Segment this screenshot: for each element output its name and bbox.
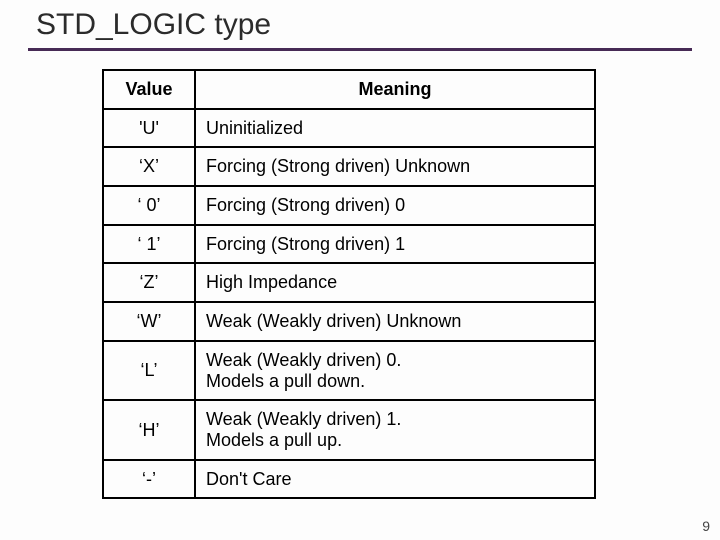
cell-meaning: Forcing (Strong driven) 1: [195, 225, 595, 264]
cell-value: ‘ 0’: [103, 186, 195, 225]
title-underline: [28, 48, 692, 51]
table-row: ‘-’ Don't Care: [103, 460, 595, 499]
table-row: ‘ 0’ Forcing (Strong driven) 0: [103, 186, 595, 225]
page-title: STD_LOGIC type: [36, 8, 720, 42]
cell-value: ‘W’: [103, 302, 195, 341]
cell-meaning: Weak (Weakly driven) 1.Models a pull up.: [195, 400, 595, 459]
table-row: ‘X’ Forcing (Strong driven) Unknown: [103, 147, 595, 186]
cell-meaning: Uninitialized: [195, 109, 595, 148]
table-row: ‘ 1’ Forcing (Strong driven) 1: [103, 225, 595, 264]
cell-value: ‘Z’: [103, 263, 195, 302]
cell-value: ‘ 1’: [103, 225, 195, 264]
table-row: ‘Z’ High Impedance: [103, 263, 595, 302]
header-value: Value: [103, 70, 195, 109]
header-meaning: Meaning: [195, 70, 595, 109]
cell-meaning: Don't Care: [195, 460, 595, 499]
std-logic-table-wrap: Value Meaning 'U' Uninitialized ‘X’ Forc…: [102, 69, 594, 499]
table-row: ‘H’ Weak (Weakly driven) 1.Models a pull…: [103, 400, 595, 459]
cell-value: ‘H’: [103, 400, 195, 459]
cell-value: ‘X’: [103, 147, 195, 186]
cell-meaning: High Impedance: [195, 263, 595, 302]
table-row: 'U' Uninitialized: [103, 109, 595, 148]
table-header-row: Value Meaning: [103, 70, 595, 109]
cell-value: ‘-’: [103, 460, 195, 499]
cell-meaning: Forcing (Strong driven) 0: [195, 186, 595, 225]
table-row: ‘W’ Weak (Weakly driven) Unknown: [103, 302, 595, 341]
cell-meaning: Weak (Weakly driven) Unknown: [195, 302, 595, 341]
cell-value: ‘L’: [103, 341, 195, 400]
page-number: 9: [702, 518, 710, 534]
slide: STD_LOGIC type Value Meaning 'U' Uniniti…: [0, 0, 720, 540]
std-logic-table: Value Meaning 'U' Uninitialized ‘X’ Forc…: [102, 69, 596, 499]
table-row: ‘L’ Weak (Weakly driven) 0.Models a pull…: [103, 341, 595, 400]
title-area: STD_LOGIC type: [0, 0, 720, 42]
cell-meaning: Forcing (Strong driven) Unknown: [195, 147, 595, 186]
cell-value: 'U': [103, 109, 195, 148]
cell-meaning: Weak (Weakly driven) 0.Models a pull dow…: [195, 341, 595, 400]
